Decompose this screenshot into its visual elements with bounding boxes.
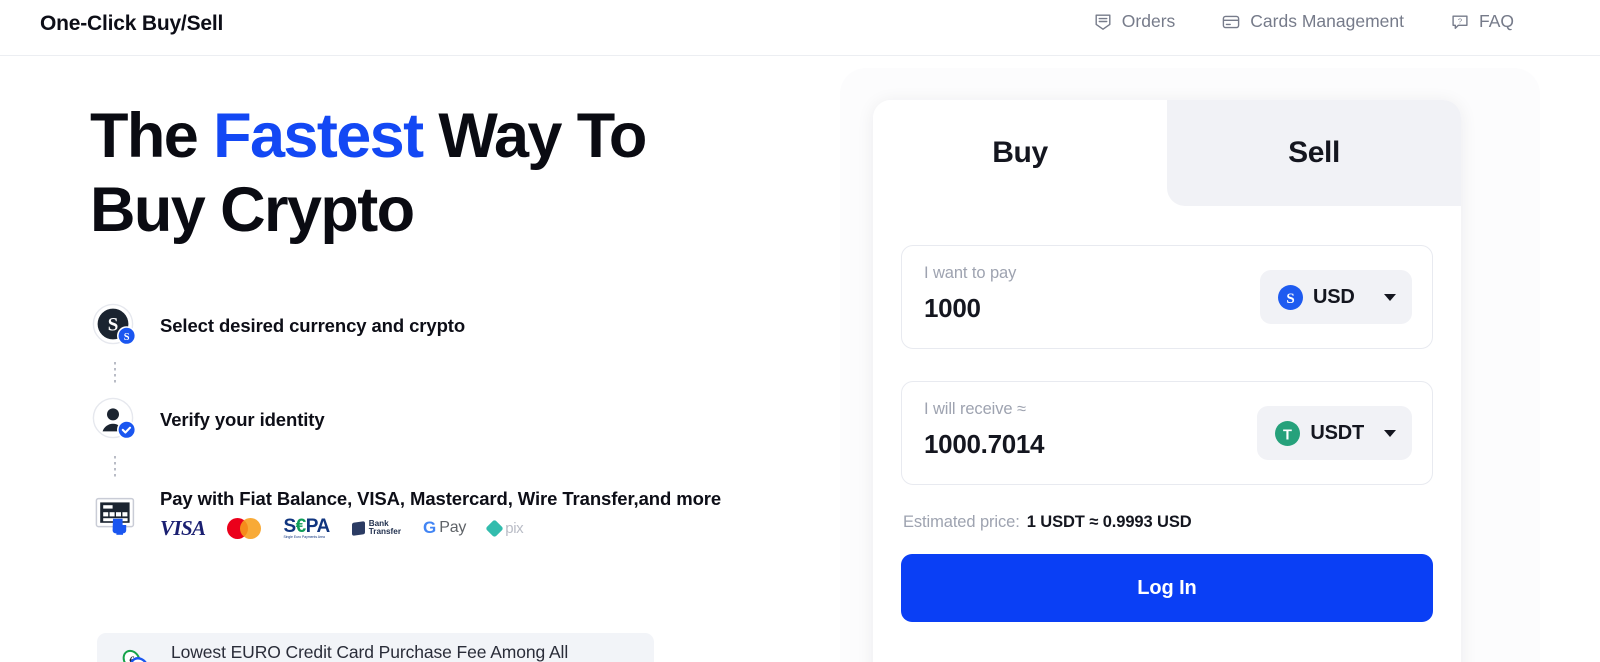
- estimated-price-value: 1 USDT ≈ 0.9993 USD: [1026, 513, 1192, 531]
- svg-text:T: T: [1283, 427, 1292, 443]
- hero-title-part1: The: [90, 101, 214, 171]
- hero-section: The Fastest Way To Buy Crypto: [90, 100, 790, 247]
- pay-currency-selector[interactable]: S USD: [1260, 270, 1412, 324]
- faq-icon: ?: [1450, 12, 1470, 32]
- nav-label-cards-management: Cards Management: [1250, 11, 1404, 31]
- hero-title-part2: Way To: [422, 101, 647, 171]
- euro-coins-icon: € €: [119, 647, 153, 662]
- estimated-price-label: Estimated price:: [903, 513, 1020, 531]
- svg-text:?: ?: [1458, 16, 1462, 25]
- nav-label-orders: Orders: [1121, 11, 1176, 31]
- orders-icon: [1093, 12, 1113, 32]
- tab-sell[interactable]: Sell: [1167, 100, 1461, 206]
- svg-text:S: S: [124, 332, 130, 343]
- buy-sell-tabs: Buy Sell: [873, 100, 1461, 206]
- step-item-verify-identity: Verify your identity: [92, 394, 792, 446]
- bank-transfer-line2: Transfer: [368, 527, 402, 536]
- payment-methods-block: Pay with Fiat Balance, VISA, Mastercard,…: [160, 488, 722, 540]
- visa-logo: VISA: [160, 515, 206, 540]
- usdt-coin-icon: T: [1275, 420, 1301, 446]
- page-title: One-Click Buy/Sell: [40, 12, 224, 35]
- receive-field[interactable]: I will receive ≈ 1000.7014 T USDT: [901, 381, 1433, 485]
- pix-label: pix: [505, 519, 524, 537]
- step-label-verify-identity: Verify your identity: [160, 409, 325, 430]
- hero-heading: The Fastest Way To Buy Crypto: [90, 100, 790, 247]
- step-item-payment-methods: Pay with Fiat Balance, VISA, Mastercard,…: [92, 488, 792, 540]
- card-payment-icon: [92, 492, 138, 538]
- tab-sell-label: Sell: [1288, 136, 1340, 169]
- mastercard-logo: [227, 517, 262, 539]
- connector-dotted-line: [114, 362, 116, 384]
- tab-buy-label: Buy: [992, 136, 1048, 169]
- header-nav: Orders Cards Management ? FAQ: [1093, 11, 1514, 32]
- chevron-down-icon: [1384, 429, 1396, 437]
- app-header: One-Click Buy/Sell Orders Cards Manageme…: [0, 0, 1600, 56]
- usd-coin-icon: S: [1278, 284, 1303, 310]
- promo-banner: € € Lowest EURO Credit Card Purchase Fee…: [97, 633, 654, 662]
- pix-logo: pix: [485, 518, 524, 538]
- pay-field[interactable]: I want to pay 1000 S USD: [901, 245, 1433, 349]
- hero-title-accent: Fastest: [213, 101, 424, 171]
- sepa-sublabel: Single Euro Payments Area: [283, 534, 325, 539]
- google-pay-logo: G Pay: [423, 518, 466, 538]
- nav-item-cards-management[interactable]: Cards Management: [1221, 11, 1404, 32]
- receive-currency-label: USDT: [1310, 421, 1364, 444]
- hero-title-line2: Buy Crypto: [90, 174, 415, 245]
- google-pay-label: Pay: [439, 519, 467, 536]
- tab-buy[interactable]: Buy: [873, 100, 1167, 206]
- step-label-select-currency: Select desired currency and crypto: [160, 315, 466, 336]
- step-connector: [92, 352, 138, 394]
- google-g-icon: G: [423, 518, 437, 537]
- payment-logos-row: VISA S€PA Single Euro Payments Area Bank …: [160, 515, 721, 540]
- nav-item-orders[interactable]: Orders: [1093, 11, 1175, 32]
- bank-mark-icon: [351, 520, 365, 536]
- sepa-logo: S€PA Single Euro Payments Area: [283, 515, 330, 539]
- page-body: The Fastest Way To Buy Crypto S S Select…: [0, 56, 1600, 662]
- nav-label-faq: FAQ: [1478, 11, 1514, 31]
- svg-text:S: S: [108, 315, 119, 336]
- login-button[interactable]: Log In: [901, 554, 1433, 622]
- dollar-coin-icon: S S: [92, 303, 138, 349]
- svg-text:S: S: [1286, 291, 1294, 307]
- step-label-payment-methods: Pay with Fiat Balance, VISA, Mastercard,…: [160, 488, 722, 509]
- estimated-price: Estimated price: 1 USDT ≈ 0.9993 USD: [903, 513, 1461, 532]
- nav-item-faq[interactable]: ? FAQ: [1450, 11, 1514, 32]
- step-item-select-currency: S S Select desired currency and crypto: [92, 300, 792, 352]
- bank-transfer-logo: Bank Transfer: [351, 519, 402, 537]
- verified-user-icon: [92, 397, 138, 443]
- card-icon: [1221, 12, 1241, 32]
- step-connector: [92, 446, 138, 488]
- connector-dotted-line: [114, 456, 116, 478]
- chevron-down-icon: [1384, 293, 1396, 301]
- pay-currency-label: USD: [1313, 285, 1355, 308]
- trading-card: Buy Sell I want to pay 1000 S USD I will…: [873, 100, 1461, 662]
- promo-text: Lowest EURO Credit Card Purchase Fee Amo…: [171, 642, 569, 662]
- steps-list: S S Select desired currency and crypto V…: [92, 300, 792, 540]
- receive-currency-selector[interactable]: T USDT: [1257, 406, 1412, 460]
- pix-mark-icon: [485, 518, 504, 538]
